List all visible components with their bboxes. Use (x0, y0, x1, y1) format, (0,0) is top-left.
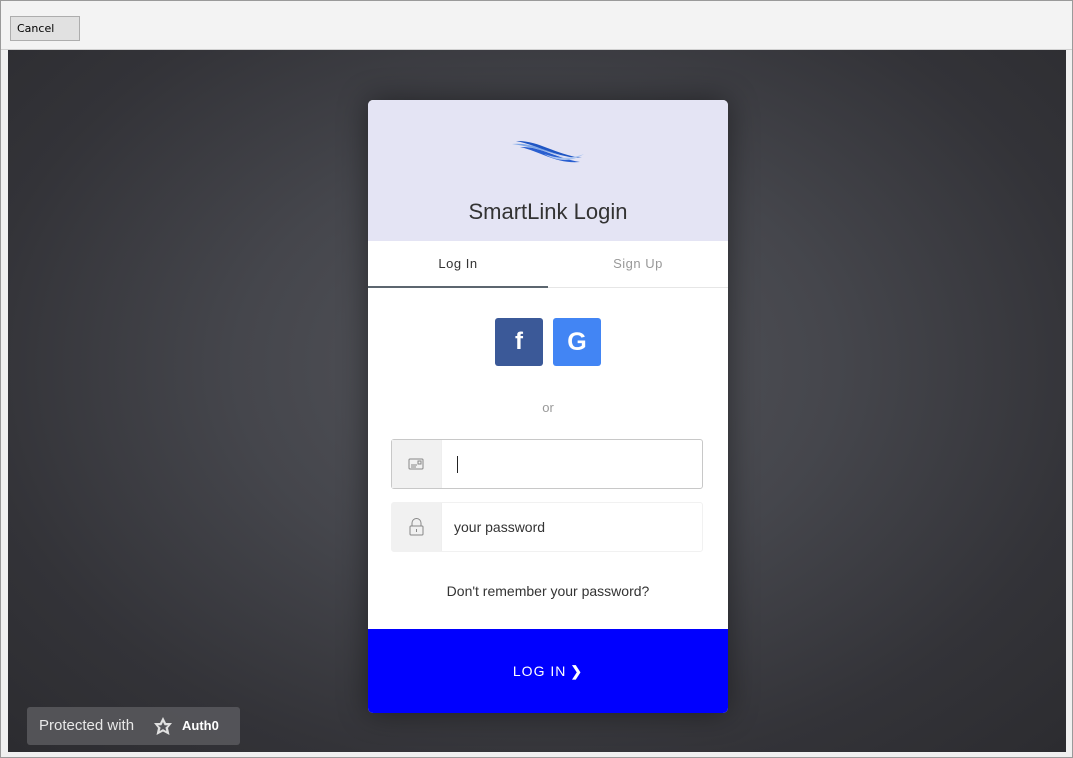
forgot-password-link[interactable]: Don't remember your password? (368, 583, 728, 599)
waves-icon (512, 140, 584, 163)
facebook-icon: f (515, 328, 523, 355)
password-field (391, 502, 703, 552)
facebook-login-button[interactable]: f (495, 318, 543, 366)
email-input[interactable] (454, 440, 694, 488)
browser-window: Cancel SmartLink Login Log In Sign Up f (0, 0, 1073, 758)
cancel-button[interactable]: Cancel (10, 16, 80, 41)
badge-text: Protected with (39, 717, 135, 734)
tab-sign-up[interactable]: Sign Up (548, 241, 728, 287)
badge-brand: Auth0 (182, 718, 219, 733)
auth0-shield-icon (154, 717, 172, 735)
chevron-right-icon: ❯ (570, 663, 584, 679)
dialog-toolbar: Cancel (1, 1, 1072, 50)
card-header: SmartLink Login (368, 100, 728, 241)
log-in-button[interactable]: LOG IN ❯ (368, 629, 728, 713)
google-login-button[interactable]: G (553, 318, 601, 366)
auth0-badge[interactable]: Protected with Auth0 (27, 707, 240, 745)
divider-text: or (542, 400, 554, 415)
tab-log-in[interactable]: Log In (368, 241, 548, 288)
auth-tabs: Log In Sign Up (368, 241, 728, 288)
login-card: SmartLink Login Log In Sign Up f G or Do… (368, 100, 728, 713)
password-input[interactable] (454, 503, 694, 551)
google-icon: G (567, 328, 587, 356)
text-caret (457, 456, 458, 473)
email-field (391, 439, 703, 489)
login-backdrop: SmartLink Login Log In Sign Up f G or Do… (8, 50, 1066, 752)
card-title: SmartLink Login (468, 199, 628, 224)
log-in-label: LOG IN (512, 663, 567, 679)
lock-icon (392, 503, 442, 551)
email-card-icon (392, 440, 442, 488)
